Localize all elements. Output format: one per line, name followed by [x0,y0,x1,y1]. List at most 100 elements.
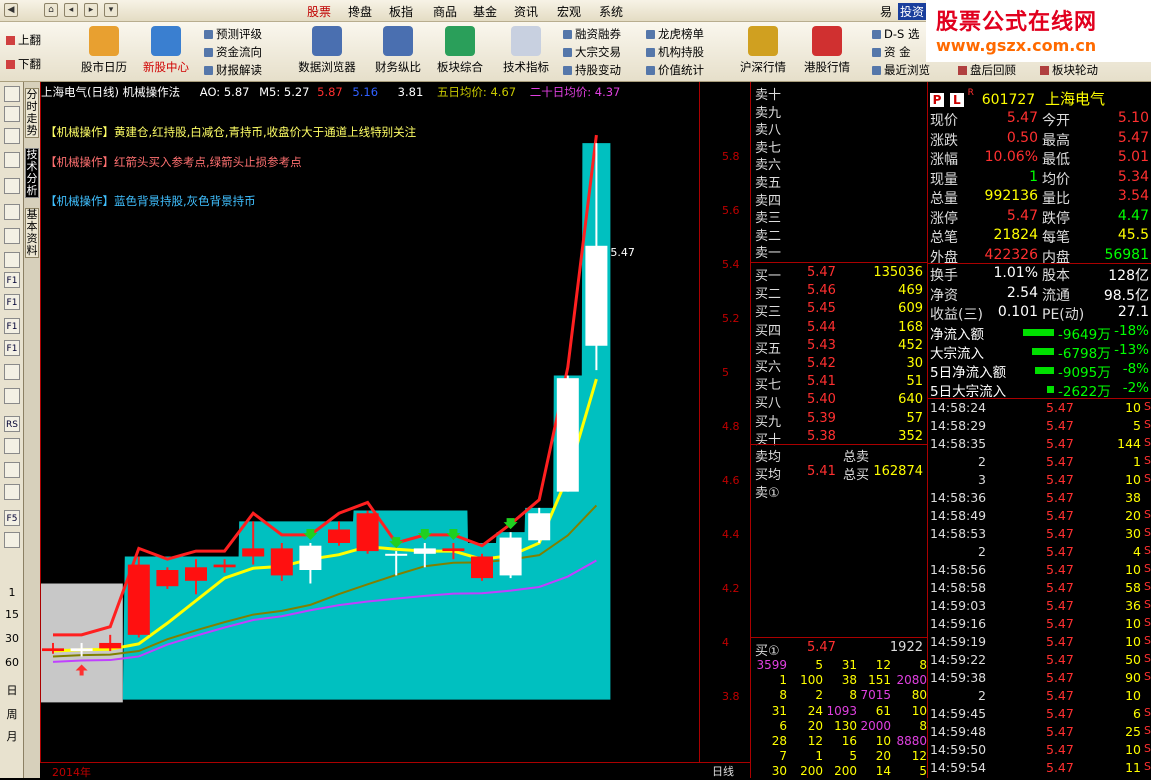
home-icon[interactable]: ⌂ [44,3,58,17]
period-0[interactable]: 1 [0,586,24,599]
page-up-button[interactable]: 上翻 [6,32,41,48]
period-3[interactable]: 60 [0,656,24,669]
dollar-icon[interactable] [4,438,20,454]
toolbar-button-5[interactable]: 技术指标 [498,26,554,78]
sell-row[interactable]: 卖三 [753,207,927,226]
tick-row: 14:58:29 5.47 5 S [928,418,1151,436]
sell-level-label: 卖七 [755,140,782,156]
toolbar-button-2[interactable]: 数据浏览器 [296,26,358,78]
toolbar-link-small_group4-1[interactable]: 资 金 [872,44,911,60]
f13-icon[interactable] [4,364,20,380]
back-icon[interactable]: ◂ [64,3,78,17]
table-icon[interactable] [4,178,20,194]
menu-item-6[interactable]: 宏观 [557,3,581,20]
toolbar-link-small_group2-0[interactable]: 融资融券 [563,26,621,42]
toolbar-button-0[interactable]: 股市日历 [78,26,130,78]
toolbar-button-4[interactable]: 板块综合 [434,26,486,78]
period-4[interactable]: 日 [0,682,24,698]
tab-technical[interactable]: 技术分析 [25,148,39,198]
down-icon[interactable]: ▾ [104,3,118,17]
chart-icon[interactable] [4,252,20,268]
buy-row[interactable]: 买一 5.47 135036 [753,265,927,284]
toolbar-link-label: 财报解读 [216,63,262,77]
sell-row[interactable]: 卖二 [753,225,927,244]
candle-body [213,564,236,568]
toolbar-link-bottom-1[interactable]: 板块轮动 [1040,62,1098,78]
toolbar-button-label: 新股中心 [143,60,189,74]
arrow-right-icon[interactable] [4,106,20,122]
toolbar-button-1[interactable]: 新股中心 [140,26,192,78]
candle-icon[interactable] [4,228,20,244]
vol-icon[interactable] [4,388,20,404]
toolbar-link-small_group1-0[interactable]: 预测评级 [204,26,262,42]
refresh-icon[interactable] [4,532,20,548]
menu-item-4[interactable]: 基金 [473,3,497,20]
forward-icon[interactable]: ▸ [84,3,98,17]
toolbar-link-small_group3-1[interactable]: 机构持股 [646,44,704,60]
sell-row[interactable]: 卖四 [753,190,927,209]
sell-row[interactable]: 卖六 [753,154,927,173]
sell-row[interactable]: 卖九 [753,102,927,121]
buy-row[interactable]: 买四 5.44 168 [753,320,927,339]
buy-row[interactable]: 买九 5.39 57 [753,411,927,430]
f10-icon[interactable]: F1 [4,272,20,288]
buy-row[interactable]: 买六 5.42 30 [753,356,927,375]
f5-icon[interactable]: F5 [4,510,20,526]
period-label[interactable]: 日线 [712,763,734,779]
period-1[interactable]: 15 [0,608,24,621]
menu-left-icon[interactable]: ◀ [4,3,18,17]
sell-row[interactable]: 卖八 [753,119,927,138]
toolbar-link-small_group2-1[interactable]: 大宗交易 [563,44,621,60]
menu-item-partial-2[interactable]: 投资 [898,3,927,20]
f11-icon[interactable]: F1 [4,318,20,334]
move-icon[interactable] [4,462,20,478]
line-icon[interactable] [4,204,20,220]
tick-time: 2 [978,688,986,703]
buy-row[interactable]: 买五 5.43 452 [753,338,927,357]
arrow-left-icon[interactable] [4,86,20,102]
toolbar-link-small_group3-0[interactable]: 龙虎榜单 [646,26,704,42]
tab-fundamentals[interactable]: 基本资料 [25,208,39,258]
buy-row[interactable]: 买八 5.40 640 [753,392,927,411]
menu-item-2[interactable]: 板指 [389,3,413,20]
sell-row[interactable]: 卖七 [753,137,927,156]
menu-item-1[interactable]: 搀盘 [348,3,372,20]
toolbar-button-3[interactable]: 财务纵比 [370,26,426,78]
menu-item-partial-1[interactable]: 易 [880,3,892,20]
buy-price: 5.46 [807,283,836,299]
toolbar-link-small_group1-1[interactable]: 资金流向 [204,44,262,60]
m5-extra: 5.87 [317,85,343,99]
arrow-up-icon[interactable] [4,128,20,144]
sell-row[interactable]: 卖十 [753,84,927,103]
menu-item-3[interactable]: 商品 [433,3,457,20]
sell-row[interactable]: 卖五 [753,172,927,191]
rsi-icon[interactable]: RS [4,416,20,432]
kline-chart[interactable]: 5.47 上海电气(日线) 机械操作法 AO: 5.87 M5: 5.27 5.… [40,82,700,762]
tab-intraday[interactable]: 分时走势 [25,88,39,138]
f10b-icon[interactable]: F1 [4,294,20,310]
toolbar-link-small_group1-2[interactable]: 财报解读 [204,62,262,78]
list-icon[interactable] [4,152,20,168]
f12-icon[interactable]: F1 [4,340,20,356]
page-down-button[interactable]: 下翻 [6,56,41,72]
period-6[interactable]: 月 [0,728,24,744]
tick-price: 5.47 [1046,526,1074,541]
toolbar-link-bottom-0[interactable]: 盘后回顾 [958,62,1016,78]
toolbar-link-small_group4-0[interactable]: D-S 选 [872,26,919,42]
pencil-icon[interactable] [4,484,20,500]
menu-item-0[interactable]: 股票 [307,3,331,20]
toolbar-button-6[interactable]: 沪深行情 [736,26,790,78]
buy-row[interactable]: 买七 5.41 51 [753,374,927,393]
buy-row[interactable]: 买三 5.45 609 [753,301,927,320]
period-2[interactable]: 30 [0,632,24,645]
period-5[interactable]: 周 [0,706,24,722]
toolbar-link-small_group3-2[interactable]: 价值统计 [646,62,704,78]
menu-item-7[interactable]: 系统 [599,3,623,20]
toolbar-link-small_group4-2[interactable]: 最近浏览 [872,62,930,78]
toolbar-button-7[interactable]: 港股行情 [800,26,854,78]
menu-item-5[interactable]: 资讯 [514,3,538,20]
quote-key: 涨停 [930,210,958,227]
buy-row[interactable]: 买二 5.46 469 [753,283,927,302]
toolbar-link-small_group2-2[interactable]: 持股变动 [563,62,621,78]
sell-row[interactable]: 卖一 [753,242,927,261]
